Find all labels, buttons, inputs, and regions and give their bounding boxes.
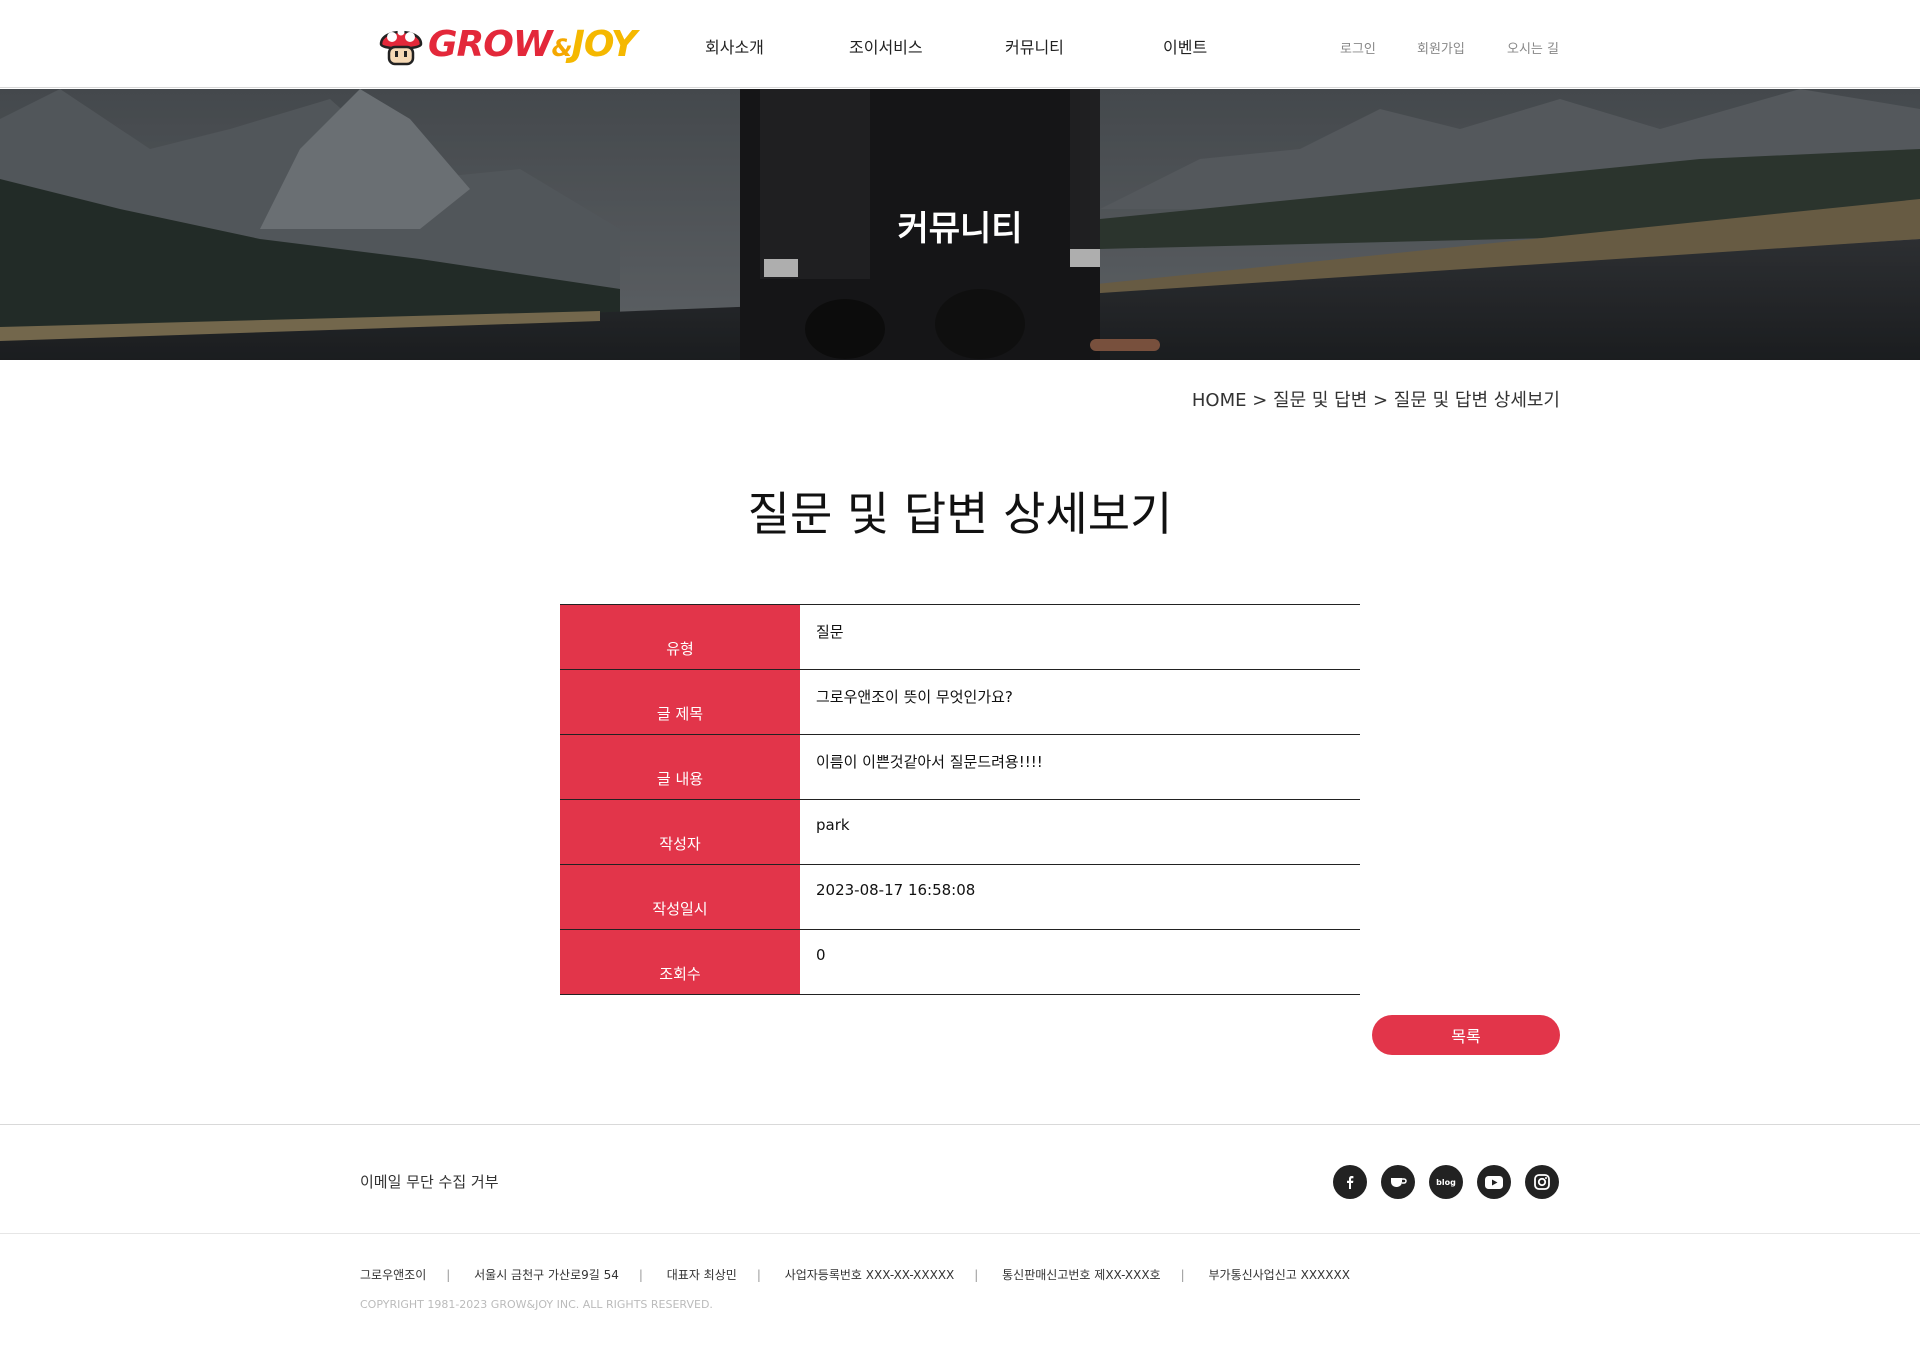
title-label: 글 제목	[560, 670, 800, 734]
ceo-name: 대표자 최상민	[666, 1268, 737, 1282]
email-refuse-link[interactable]: 이메일 무단 수집 거부	[360, 1171, 499, 1192]
company-name: 그로우앤조이	[360, 1268, 427, 1282]
table-row: 유형 질문	[560, 605, 1360, 670]
business-number: 사업자등록번호 XXX-XX-XXXXX	[784, 1268, 955, 1282]
hero-banner: 커뮤니티	[0, 89, 1920, 360]
nav-joy-service[interactable]: 조이서비스	[849, 34, 923, 58]
signup-link[interactable]: 회원가입	[1417, 38, 1465, 57]
site-header: GROW&JOY 회사소개 조이서비스 커뮤니티 이벤트 로그인 회원가입 오시…	[0, 0, 1920, 88]
views-value: 0	[816, 946, 826, 964]
blog-icon[interactable]: blog	[1429, 1165, 1463, 1199]
page-title: 질문 및 답변 상세보기	[747, 487, 1173, 541]
content-label: 글 내용	[560, 735, 800, 799]
list-button[interactable]: 목록	[1372, 1015, 1560, 1055]
date-label: 작성일시	[560, 865, 800, 929]
copyright: COPYRIGHT 1981-2023 GROW&JOY INC. ALL RI…	[360, 1298, 713, 1311]
mail-order-number: 통신판매신고번호 제XX-XXX호	[1002, 1268, 1161, 1282]
table-row: 작성자 park	[560, 800, 1360, 865]
title-value: 그로우앤조이 뜻이 무엇인가요?	[816, 688, 1013, 706]
telecom-registration: 부가통신사업신고 XXXXXX	[1208, 1268, 1350, 1282]
table-row: 글 제목 그로우앤조이 뜻이 무엇인가요?	[560, 670, 1360, 735]
nav-company[interactable]: 회사소개	[705, 34, 764, 58]
date-value: 2023-08-17 16:58:08	[816, 881, 976, 899]
separator: |	[638, 1268, 643, 1282]
separator: |	[1180, 1268, 1185, 1282]
directions-link[interactable]: 오시는 길	[1507, 38, 1559, 57]
table-row: 조회수 0	[560, 930, 1360, 995]
separator: |	[974, 1268, 979, 1282]
nav-community[interactable]: 커뮤니티	[1005, 34, 1064, 58]
table-row: 작성일시 2023-08-17 16:58:08	[560, 865, 1360, 930]
separator: |	[446, 1268, 451, 1282]
footer-top: 이메일 무단 수집 거부 blog	[0, 1124, 1920, 1234]
facebook-icon[interactable]	[1333, 1165, 1367, 1199]
login-link[interactable]: 로그인	[1340, 38, 1376, 57]
separator: |	[756, 1268, 761, 1282]
mushroom-icon	[379, 28, 423, 66]
content-value: 이름이 이쁜것같아서 질문드려용!!!!	[816, 753, 1043, 771]
cafe-icon[interactable]	[1381, 1165, 1415, 1199]
views-label: 조회수	[560, 930, 800, 994]
hero-title: 커뮤니티	[897, 209, 1023, 249]
author-label: 작성자	[560, 800, 800, 864]
author-value: park	[816, 816, 850, 834]
qna-detail-table: 유형 질문 글 제목 그로우앤조이 뜻이 무엇인가요? 글 내용 이름이 이쁜것…	[560, 604, 1360, 995]
youtube-icon[interactable]	[1477, 1165, 1511, 1199]
company-info: 그로우앤조이 | 서울시 금천구 가산로9길 54 | 대표자 최상민 | 사업자등록…	[360, 1266, 1370, 1283]
nav-event[interactable]: 이벤트	[1163, 34, 1207, 58]
instagram-icon[interactable]	[1525, 1165, 1559, 1199]
logo-text: GROW&JOY	[428, 23, 637, 65]
company-address: 서울시 금천구 가산로9길 54	[474, 1268, 619, 1282]
type-value: 질문	[816, 623, 844, 641]
type-label: 유형	[560, 605, 800, 669]
table-row: 글 내용 이름이 이쁜것같아서 질문드려용!!!!	[560, 735, 1360, 800]
logo[interactable]: GROW&JOY	[378, 18, 637, 70]
breadcrumb[interactable]: HOME > 질문 및 답변 > 질문 및 답변 상세보기	[1192, 386, 1560, 412]
